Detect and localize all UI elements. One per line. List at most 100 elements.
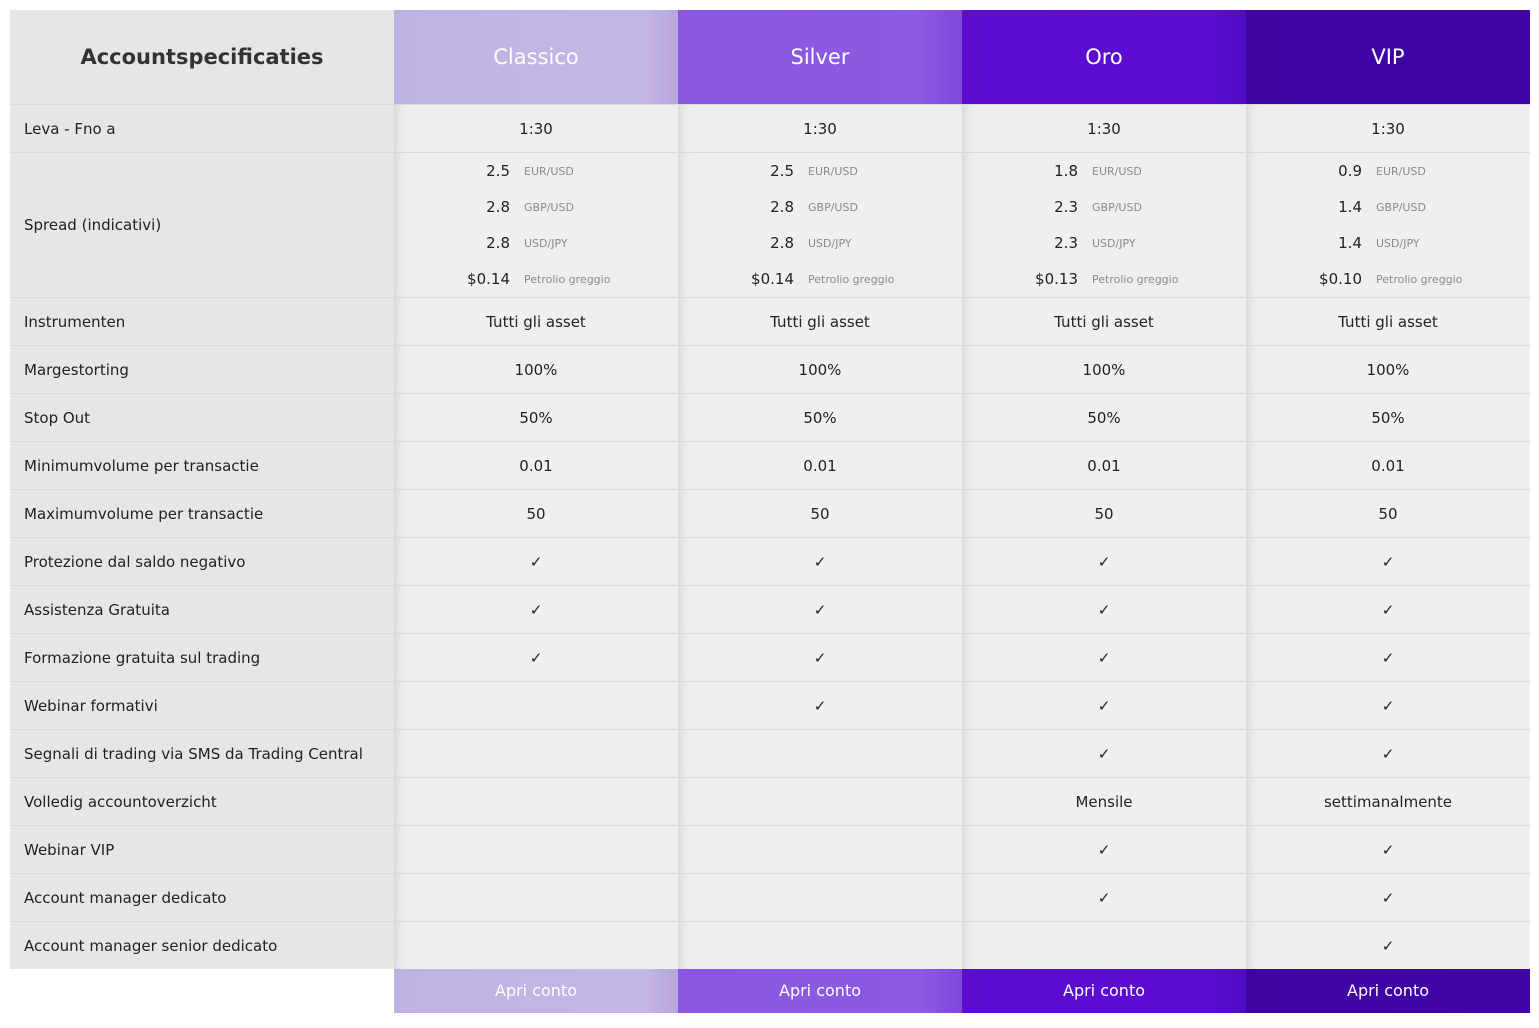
spread-value: $0.14 bbox=[467, 270, 510, 288]
spread-value: 0.9 bbox=[1338, 162, 1362, 180]
table-row: Protezione dal saldo negativo ✓ ✓ ✓ ✓ bbox=[10, 537, 1530, 586]
value-cell-classico: 100% bbox=[394, 345, 678, 394]
checkmark-icon: ✓ bbox=[1097, 552, 1111, 571]
cell-value: 0.01 bbox=[803, 456, 837, 475]
spread-line: 2.5 EUR/USD bbox=[394, 153, 678, 189]
value-cell-classico: 50 bbox=[394, 489, 678, 538]
cell-value: 50% bbox=[1371, 408, 1405, 427]
table-row: Margestorting 100% 100% 100% 100% bbox=[10, 345, 1530, 394]
value-cell-classico bbox=[394, 681, 678, 730]
row-label: Webinar formativi bbox=[10, 681, 394, 730]
table-header-row: Accountspecificaties Classico Silver Oro… bbox=[10, 10, 1530, 105]
value-cell-silver: 50 bbox=[678, 489, 962, 538]
cell-value: 50% bbox=[519, 408, 553, 427]
open-account-button-classico[interactable]: Apri conto bbox=[394, 969, 678, 1013]
cell-value: 50 bbox=[810, 504, 830, 523]
table-row: Formazione gratuita sul trading ✓ ✓ ✓ ✓ bbox=[10, 633, 1530, 682]
value-cell-oro bbox=[962, 921, 1246, 969]
table-body: Leva - Fno a 1:30 1:30 1:30 1:30 Spread (indi… bbox=[10, 104, 1530, 969]
row-label: Account manager dedicato bbox=[10, 873, 394, 922]
spread-list: 2.5 EUR/USD 2.8 GBP/USD 2.8 USD/JPY $0.14 Petro… bbox=[394, 153, 678, 297]
cell-value: Tutti gli asset bbox=[1338, 312, 1438, 331]
checkmark-icon: ✓ bbox=[529, 600, 543, 619]
open-account-oro-cell: Apri conto bbox=[962, 969, 1246, 1013]
value-cell-silver: ✓ bbox=[678, 537, 962, 586]
value-cell-oro: 1.8 EUR/USD 2.3 GBP/USD 2.3 USD/JPY $0.13 Petro… bbox=[962, 152, 1246, 298]
row-label: Assistenza Gratuita bbox=[10, 585, 394, 634]
spread-value: 2.8 bbox=[486, 234, 510, 252]
value-cell-classico: 1:30 bbox=[394, 104, 678, 153]
cell-value: 50 bbox=[1094, 504, 1114, 523]
row-label: Leva - Fno a bbox=[10, 104, 394, 153]
value-cell-classico: 0.01 bbox=[394, 441, 678, 490]
spread-list: 2.5 EUR/USD 2.8 GBP/USD 2.8 USD/JPY $0.14 Petro… bbox=[678, 153, 962, 297]
value-cell-classico bbox=[394, 873, 678, 922]
value-cell-oro: 100% bbox=[962, 345, 1246, 394]
table-row: Webinar formativi ✓ ✓ ✓ bbox=[10, 681, 1530, 730]
cell-value: 0.01 bbox=[1087, 456, 1121, 475]
value-cell-vip: ✓ bbox=[1246, 585, 1530, 634]
plan-header-vip: VIP bbox=[1246, 10, 1530, 105]
value-cell-vip: 100% bbox=[1246, 345, 1530, 394]
spread-line: 0.9 EUR/USD bbox=[1246, 153, 1530, 189]
row-label: Account manager senior dedicato bbox=[10, 921, 394, 969]
value-cell-vip: ✓ bbox=[1246, 921, 1530, 969]
value-cell-classico: ✓ bbox=[394, 633, 678, 682]
table-row: Assistenza Gratuita ✓ ✓ ✓ ✓ bbox=[10, 585, 1530, 634]
cell-value: Mensile bbox=[1075, 792, 1133, 811]
row-label: Formazione gratuita sul trading bbox=[10, 633, 394, 682]
value-cell-oro: 50 bbox=[962, 489, 1246, 538]
spread-instrument: EUR/USD bbox=[1092, 164, 1142, 178]
spread-instrument: GBP/USD bbox=[1092, 200, 1142, 214]
cell-value: 50 bbox=[1378, 504, 1398, 523]
checkmark-icon: ✓ bbox=[1381, 744, 1395, 763]
value-cell-vip: ✓ bbox=[1246, 825, 1530, 874]
value-cell-oro: ✓ bbox=[962, 729, 1246, 778]
open-account-button-oro[interactable]: Apri conto bbox=[962, 969, 1246, 1013]
table-row: Account manager senior dedicato ✓ bbox=[10, 921, 1530, 969]
spread-line: 2.8 USD/JPY bbox=[678, 225, 962, 261]
checkmark-icon: ✓ bbox=[813, 696, 827, 715]
value-cell-oro: ✓ bbox=[962, 585, 1246, 634]
value-cell-vip: ✓ bbox=[1246, 633, 1530, 682]
spread-value: 2.3 bbox=[1054, 234, 1078, 252]
value-cell-vip: ✓ bbox=[1246, 873, 1530, 922]
value-cell-oro: Tutti gli asset bbox=[962, 297, 1246, 346]
checkmark-icon: ✓ bbox=[1097, 888, 1111, 907]
spread-value: 2.8 bbox=[770, 234, 794, 252]
spread-line: $0.14 Petrolio greggio bbox=[678, 261, 962, 297]
spread-instrument: Petrolio greggio bbox=[1376, 272, 1463, 286]
value-cell-silver bbox=[678, 729, 962, 778]
spread-line: 1.4 GBP/USD bbox=[1246, 189, 1530, 225]
plan-header-classico: Classico bbox=[394, 10, 678, 105]
spread-value: $0.14 bbox=[751, 270, 794, 288]
row-label: Webinar VIP bbox=[10, 825, 394, 874]
spread-line: 1.8 EUR/USD bbox=[962, 153, 1246, 189]
table-row: Account manager dedicato ✓ ✓ bbox=[10, 873, 1530, 922]
value-cell-classico: ✓ bbox=[394, 585, 678, 634]
open-account-button-vip[interactable]: Apri conto bbox=[1246, 969, 1530, 1013]
value-cell-oro: ✓ bbox=[962, 681, 1246, 730]
cell-value: 50% bbox=[1087, 408, 1121, 427]
spread-value: 2.8 bbox=[770, 198, 794, 216]
spread-instrument: USD/JPY bbox=[1376, 236, 1420, 250]
value-cell-silver bbox=[678, 825, 962, 874]
spread-instrument: GBP/USD bbox=[808, 200, 858, 214]
value-cell-silver: 2.5 EUR/USD 2.8 GBP/USD 2.8 USD/JPY $0.14 Petro… bbox=[678, 152, 962, 298]
spread-list: 0.9 EUR/USD 1.4 GBP/USD 1.4 USD/JPY $0.10 Petro… bbox=[1246, 153, 1530, 297]
cell-value: 50 bbox=[526, 504, 546, 523]
cell-value: Tutti gli asset bbox=[1054, 312, 1154, 331]
spread-instrument: GBP/USD bbox=[524, 200, 574, 214]
spread-value: 1.4 bbox=[1338, 234, 1362, 252]
value-cell-silver bbox=[678, 777, 962, 826]
account-comparison: Accountspecificaties Classico Silver Oro… bbox=[10, 10, 1530, 1013]
row-label: Spread (indicativi) bbox=[10, 152, 394, 298]
checkmark-icon: ✓ bbox=[1381, 600, 1395, 619]
table-row: Webinar VIP ✓ ✓ bbox=[10, 825, 1530, 874]
value-cell-vip: 50% bbox=[1246, 393, 1530, 442]
value-cell-oro: Mensile bbox=[962, 777, 1246, 826]
open-account-button-silver[interactable]: Apri conto bbox=[678, 969, 962, 1013]
checkmark-icon: ✓ bbox=[1097, 840, 1111, 859]
value-cell-vip: ✓ bbox=[1246, 681, 1530, 730]
cell-value: 1:30 bbox=[1371, 119, 1405, 138]
